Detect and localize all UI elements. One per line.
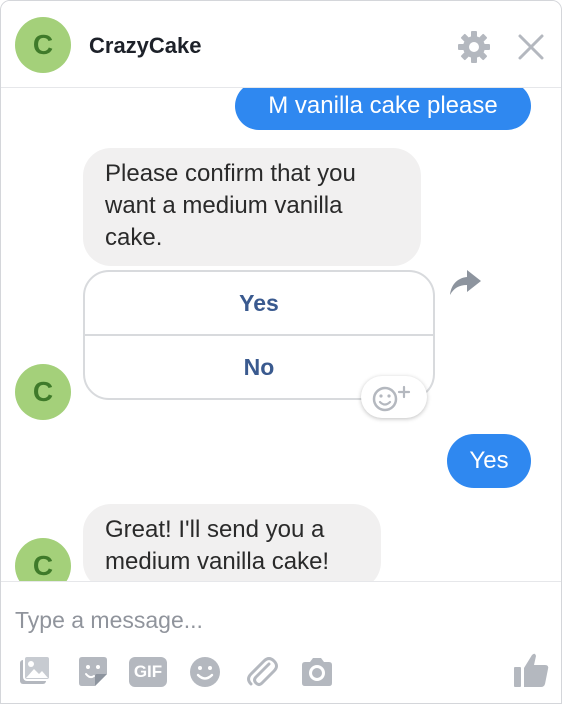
message-input[interactable]	[15, 604, 435, 636]
attachment-icon[interactable]	[243, 654, 279, 690]
quick-reply-yes[interactable]: Yes	[85, 272, 433, 334]
add-reaction-button[interactable]	[361, 376, 427, 418]
incoming-message: Great! I'll send you a medium vanilla ca…	[83, 504, 381, 581]
avatar[interactable]: C	[15, 538, 71, 581]
close-icon[interactable]	[515, 31, 547, 63]
sticker-icon[interactable]	[75, 654, 111, 690]
avatar[interactable]: C	[15, 17, 71, 73]
share-icon[interactable]	[447, 264, 483, 300]
incoming-message: Please confirm that you want a medium va…	[83, 148, 421, 266]
thumbs-up-icon[interactable]	[511, 650, 551, 690]
message-list[interactable]: M vanilla cake please Please confirm tha…	[1, 88, 561, 581]
emoji-icon	[372, 385, 411, 412]
gif-icon[interactable]: GIF	[129, 657, 167, 687]
gear-icon[interactable]	[456, 29, 492, 65]
emoji-icon[interactable]	[187, 654, 223, 690]
page-title[interactable]: CrazyCake	[89, 33, 202, 59]
photo-icon[interactable]	[17, 654, 53, 690]
composer: GIF	[1, 581, 561, 703]
camera-icon[interactable]	[299, 654, 335, 690]
outgoing-message: Yes	[447, 434, 531, 488]
chat-window: C CrazyCake M vanilla cake please Please…	[0, 0, 562, 704]
chat-header: C CrazyCake	[1, 1, 561, 88]
avatar[interactable]: C	[15, 364, 71, 420]
outgoing-message: M vanilla cake please	[235, 88, 531, 130]
